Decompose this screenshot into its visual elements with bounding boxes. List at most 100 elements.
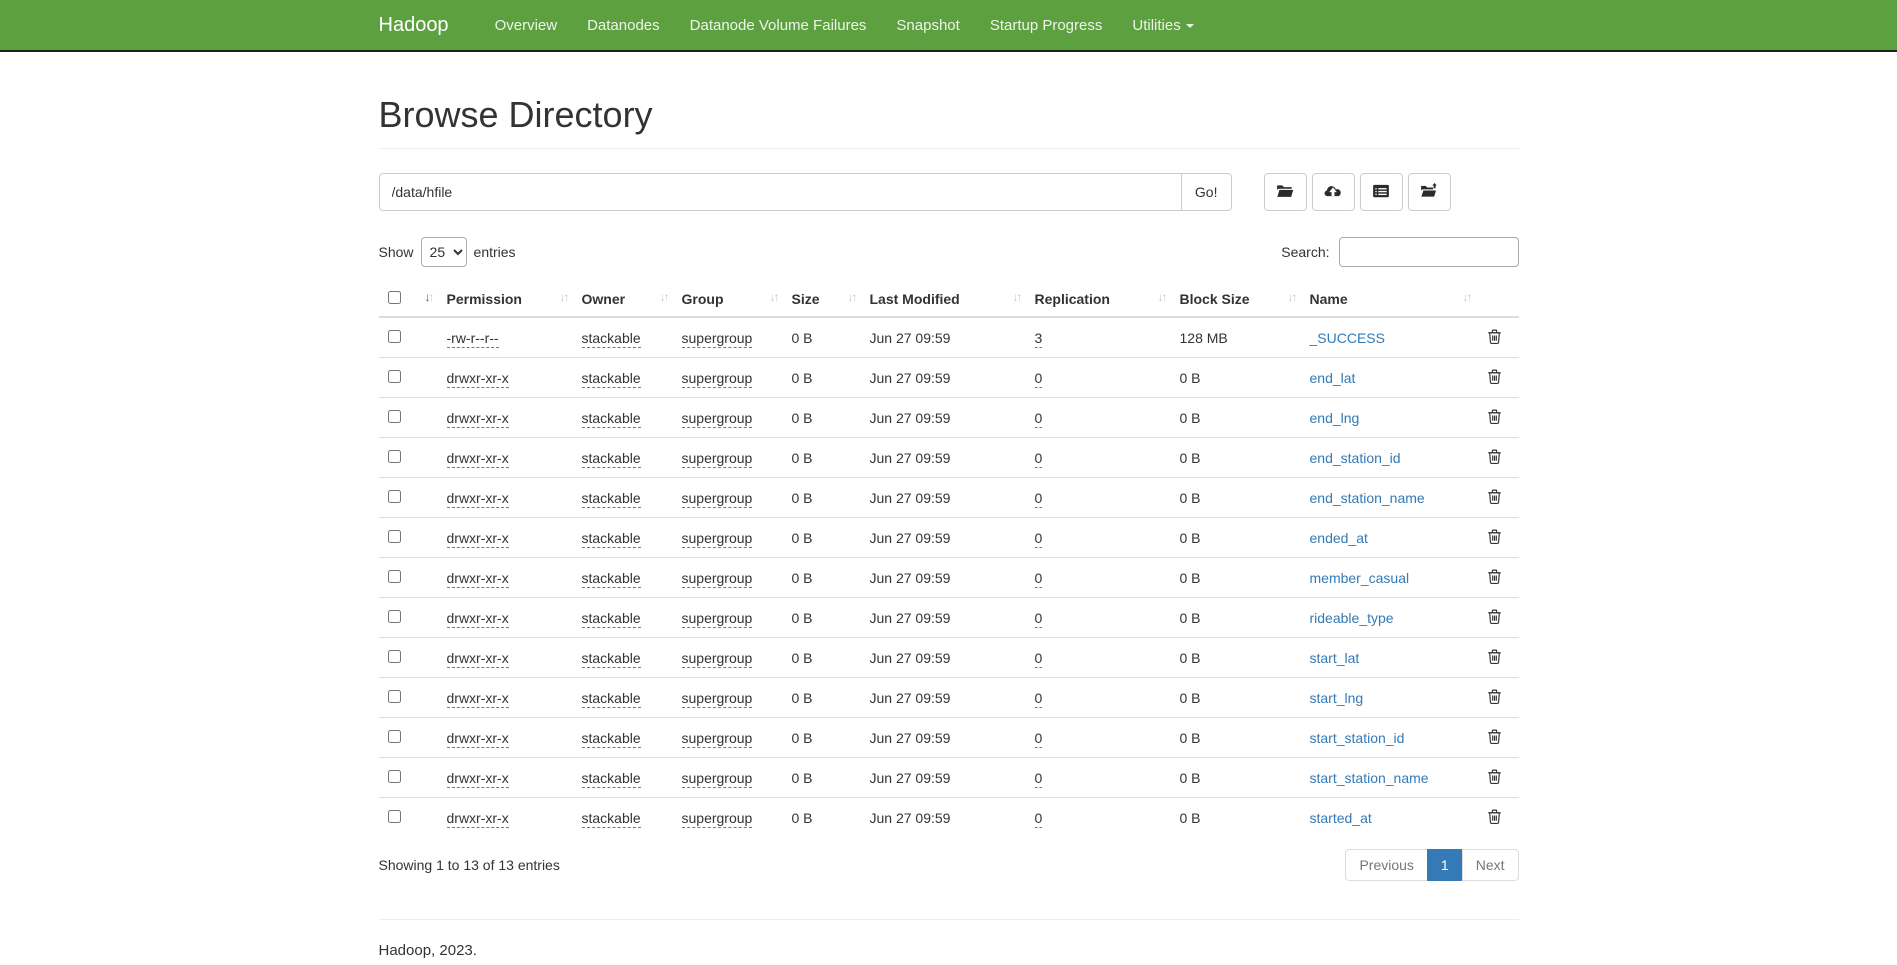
permission-value[interactable]: drwxr-xr-x [447,530,509,548]
owner-value[interactable]: stackable [582,810,641,828]
delete-button[interactable] [1485,687,1504,706]
select-all-checkbox[interactable] [388,291,401,304]
delete-button[interactable] [1485,487,1504,506]
replication-value[interactable]: 3 [1035,330,1043,348]
delete-button[interactable] [1485,367,1504,386]
row-checkbox[interactable] [388,690,401,703]
owner-value[interactable]: stackable [582,650,641,668]
replication-value[interactable]: 0 [1035,410,1043,428]
sort-icon[interactable] [848,290,856,304]
group-value[interactable]: supergroup [682,770,753,788]
row-checkbox[interactable] [388,330,401,343]
delete-button[interactable] [1485,567,1504,586]
replication-value[interactable]: 0 [1035,810,1043,828]
page-1[interactable]: 1 [1428,849,1463,881]
move-file-button[interactable] [1408,173,1451,211]
header-permission[interactable]: Permission [439,281,574,317]
file-link[interactable]: end_station_name [1310,490,1425,506]
header-group[interactable]: Group [674,281,784,317]
header-block-size[interactable]: Block Size [1172,281,1302,317]
group-value[interactable]: supergroup [682,650,753,668]
nav-datanode-volume-failures[interactable]: Datanode Volume Failures [675,17,882,34]
owner-value[interactable]: stackable [582,410,641,428]
group-value[interactable]: supergroup [682,690,753,708]
page-next[interactable]: Next [1463,849,1519,881]
delete-button[interactable] [1485,767,1504,786]
delete-button[interactable] [1485,607,1504,626]
header-size[interactable]: Size [784,281,862,317]
file-link[interactable]: started_at [1310,810,1372,826]
file-link[interactable]: start_station_name [1310,770,1429,786]
file-link[interactable]: end_station_id [1310,450,1401,466]
owner-value[interactable]: stackable [582,330,641,348]
replication-value[interactable]: 0 [1035,770,1043,788]
permission-value[interactable]: drwxr-xr-x [447,610,509,628]
file-link[interactable]: rideable_type [1310,610,1394,626]
row-checkbox[interactable] [388,450,401,463]
permission-value[interactable]: drwxr-xr-x [447,370,509,388]
permission-value[interactable]: drwxr-xr-x [447,410,509,428]
owner-value[interactable]: stackable [582,530,641,548]
replication-value[interactable]: 0 [1035,650,1043,668]
group-value[interactable]: supergroup [682,530,753,548]
group-value[interactable]: supergroup [682,490,753,508]
file-link[interactable]: _SUCCESS [1310,330,1385,346]
replication-value[interactable]: 0 [1035,530,1043,548]
owner-value[interactable]: stackable [582,370,641,388]
row-checkbox[interactable] [388,490,401,503]
sort-icon[interactable] [560,290,568,304]
delete-button[interactable] [1485,647,1504,666]
file-link[interactable]: ended_at [1310,530,1368,546]
owner-value[interactable]: stackable [582,570,641,588]
owner-value[interactable]: stackable [582,730,641,748]
brand-hadoop[interactable]: Hadoop [379,14,464,37]
file-link[interactable]: end_lat [1310,370,1356,386]
permission-value[interactable]: drwxr-xr-x [447,570,509,588]
header-replication[interactable]: Replication [1027,281,1172,317]
delete-button[interactable] [1485,527,1504,546]
row-checkbox[interactable] [388,650,401,663]
go-button[interactable]: Go! [1182,173,1232,211]
replication-value[interactable]: 0 [1035,450,1043,468]
set-quota-button[interactable] [1360,173,1403,211]
nav-datanodes[interactable]: Datanodes [572,17,675,34]
file-link[interactable]: end_lng [1310,410,1360,426]
permission-value[interactable]: drwxr-xr-x [447,490,509,508]
sort-icon[interactable] [1158,290,1166,304]
delete-button[interactable] [1485,407,1504,426]
file-link[interactable]: start_lat [1310,650,1360,666]
permission-value[interactable]: drwxr-xr-x [447,450,509,468]
row-checkbox[interactable] [388,370,401,383]
owner-value[interactable]: stackable [582,690,641,708]
create-directory-button[interactable] [1264,173,1307,211]
sort-icon[interactable] [1013,290,1021,304]
replication-value[interactable]: 0 [1035,370,1043,388]
directory-path-input[interactable] [379,173,1182,211]
sort-icon[interactable] [425,290,433,304]
nav-snapshot[interactable]: Snapshot [881,17,974,34]
row-checkbox[interactable] [388,410,401,423]
nav-utilities-dropdown[interactable]: Utilities [1117,17,1208,34]
replication-value[interactable]: 0 [1035,730,1043,748]
page-previous[interactable]: Previous [1345,849,1427,881]
replication-value[interactable]: 0 [1035,690,1043,708]
file-link[interactable]: start_station_id [1310,730,1405,746]
row-checkbox[interactable] [388,810,401,823]
row-checkbox[interactable] [388,730,401,743]
delete-button[interactable] [1485,727,1504,746]
header-name[interactable]: Name [1302,281,1477,317]
header-owner[interactable]: Owner [574,281,674,317]
sort-icon[interactable] [770,290,778,304]
owner-value[interactable]: stackable [582,490,641,508]
permission-value[interactable]: drwxr-xr-x [447,770,509,788]
replication-value[interactable]: 0 [1035,570,1043,588]
upload-file-button[interactable] [1312,173,1355,211]
header-last-modified[interactable]: Last Modified [862,281,1027,317]
permission-value[interactable]: drwxr-xr-x [447,650,509,668]
delete-button[interactable] [1485,807,1504,826]
group-value[interactable]: supergroup [682,570,753,588]
group-value[interactable]: supergroup [682,410,753,428]
group-value[interactable]: supergroup [682,450,753,468]
group-value[interactable]: supergroup [682,610,753,628]
search-input[interactable] [1339,237,1519,267]
